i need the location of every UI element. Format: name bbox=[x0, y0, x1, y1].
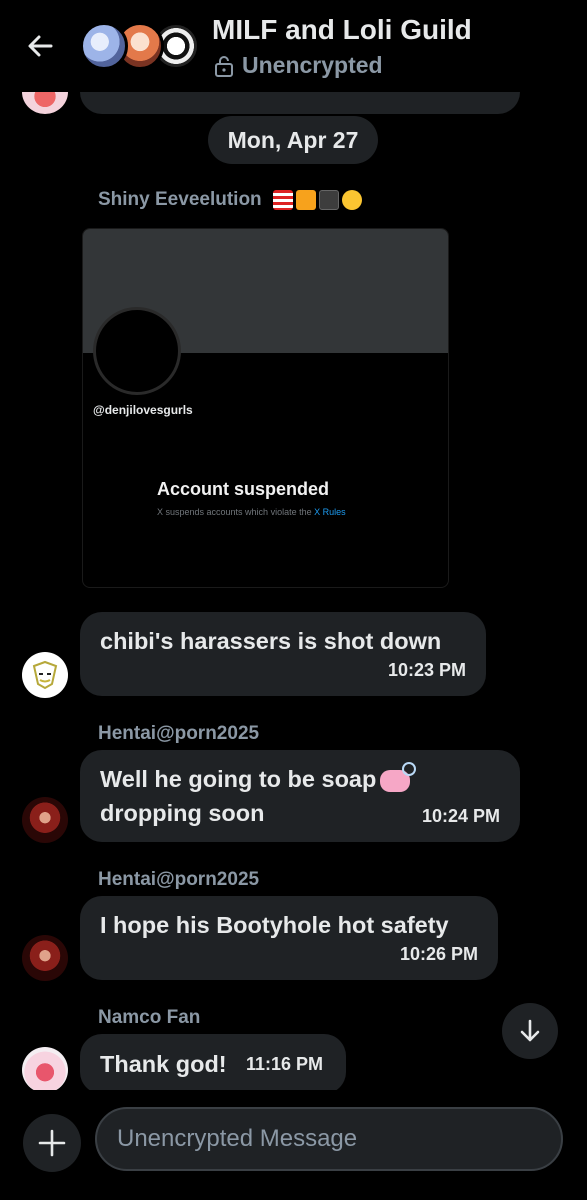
message-time: 10:23 PM bbox=[387, 660, 466, 680]
message-time: 11:16 PM bbox=[246, 1054, 324, 1074]
suspended-note: X suspends accounts which violate the X … bbox=[157, 507, 346, 517]
x-rules-link: X Rules bbox=[314, 507, 346, 517]
message-time: 10:24 PM bbox=[421, 806, 500, 826]
chat-title[interactable]: MILF and Loli Guild bbox=[212, 14, 472, 46]
plus-icon bbox=[38, 1129, 66, 1157]
message-composer bbox=[0, 1090, 587, 1200]
message-text: I hope his Bootyhole hot safety bbox=[100, 912, 449, 938]
robot-icon bbox=[32, 660, 58, 690]
sender-name: Shiny Eeveelution bbox=[98, 189, 362, 211]
avatar[interactable] bbox=[22, 935, 68, 981]
profile-avatar bbox=[93, 307, 181, 395]
sender-name-text: Shiny Eeveelution bbox=[98, 189, 262, 210]
message-text-line2: dropping soon bbox=[100, 800, 265, 826]
suspended-title: Account suspended bbox=[157, 479, 330, 499]
us-flag-icon bbox=[272, 189, 293, 210]
avatar[interactable] bbox=[22, 1047, 68, 1093]
sender-badges bbox=[272, 189, 362, 210]
message-bubble[interactable]: I hope his Bootyhole hot safety 10:26 PM bbox=[80, 896, 498, 980]
black-square-icon bbox=[318, 189, 339, 210]
message-bubble[interactable]: Well he going to be soap dropping soon 1… bbox=[80, 750, 520, 842]
crying-face-icon bbox=[341, 189, 362, 210]
sender-name: Namco Fan bbox=[98, 1007, 201, 1028]
sender-name: Hentai@porn2025 bbox=[98, 869, 260, 890]
message-bubble[interactable]: chibi's harassers is shot down 10:23 PM bbox=[80, 612, 486, 696]
arrow-down-icon bbox=[520, 1019, 540, 1042]
media-attachment[interactable]: @denjilovesgurls Account suspended X sus… bbox=[82, 228, 449, 588]
message-text: Well he going to be soap bbox=[100, 766, 377, 792]
soap-icon bbox=[380, 761, 417, 792]
lock-open-icon bbox=[215, 55, 233, 77]
message-text: chibi's harassers is shot down bbox=[100, 628, 442, 654]
scroll-to-bottom-button[interactable] bbox=[502, 1003, 558, 1059]
profile-handle: @denjilovesgurls bbox=[93, 403, 193, 417]
avatar[interactable] bbox=[22, 797, 68, 843]
message-text: Thank god! bbox=[100, 1051, 227, 1077]
member-avatar bbox=[80, 22, 128, 70]
chat-header: MILF and Loli Guild Unencrypted bbox=[0, 0, 587, 92]
arrow-left-icon bbox=[28, 35, 53, 57]
back-button[interactable] bbox=[22, 28, 58, 64]
suspended-note-text: X suspends accounts which violate the bbox=[157, 507, 312, 517]
encryption-status: Unencrypted bbox=[214, 52, 383, 79]
date-separator: Mon, Apr 27 bbox=[208, 116, 378, 164]
message-text-line1: Well he going to be soap bbox=[100, 761, 417, 796]
orange-square-icon bbox=[295, 189, 316, 210]
sender-name: Hentai@porn2025 bbox=[98, 723, 260, 744]
message-time: 10:26 PM bbox=[399, 944, 478, 964]
avatar[interactable] bbox=[22, 652, 68, 698]
add-attachment-button[interactable] bbox=[23, 1114, 81, 1172]
message-input[interactable] bbox=[95, 1107, 563, 1171]
message-bubble[interactable]: Thank god! 11:16 PM bbox=[80, 1034, 346, 1094]
encryption-label: Unencrypted bbox=[242, 52, 383, 78]
group-avatars[interactable] bbox=[80, 22, 200, 70]
